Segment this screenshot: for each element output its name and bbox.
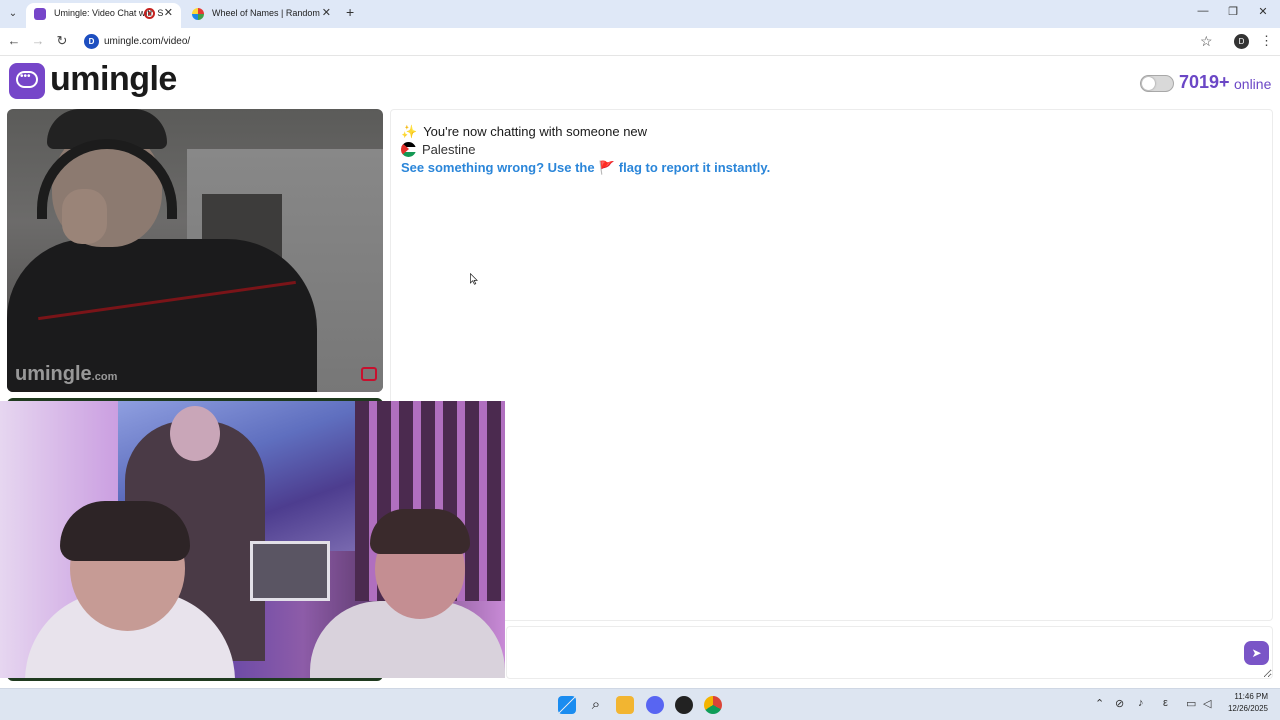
report-hint: See something wrong? Use the 🚩 flag to rep… — [401, 160, 770, 176]
browser-toolbar: ← → ↻ D umingle.com/video/ ☆ D ⋮ — [0, 28, 1280, 56]
clock-date: 12/26/2025 — [1227, 704, 1268, 713]
clock-time: 11:46 PM — [1234, 692, 1268, 701]
volume-icon[interactable]: ◁ — [1203, 697, 1211, 710]
remote-video: umingle.com — [7, 109, 383, 392]
profile-avatar[interactable]: D — [1234, 34, 1249, 49]
tab-wheel-of-names[interactable]: Wheel of Names | Random nam ✕ — [184, 3, 339, 28]
logo-chat-icon[interactable] — [9, 63, 45, 99]
close-tab-icon[interactable]: ✕ — [164, 3, 173, 24]
new-tab-icon[interactable]: + — [346, 4, 354, 20]
person-background-head — [170, 406, 220, 461]
palestine-flag-icon — [401, 142, 416, 157]
language-icon[interactable]: ε — [1163, 697, 1168, 709]
logo-text[interactable]: umingle — [50, 60, 177, 99]
menu-kebab-icon[interactable]: ⋮ — [1260, 33, 1273, 49]
person-right-hair — [370, 509, 470, 554]
display-icon[interactable]: ▭ — [1186, 697, 1196, 710]
background-monitor — [250, 541, 330, 601]
tab-title: Wheel of Names | Random nam — [212, 8, 322, 18]
minimize-icon[interactable]: — — [1193, 5, 1213, 17]
partner-country: Palestine — [401, 142, 475, 157]
report-flag-icon[interactable] — [361, 367, 377, 381]
wheel-favicon-icon — [192, 8, 204, 20]
windows-taskbar: ⌕ ⌃ ⊘ ♪ ε ▭ ◁ — [0, 688, 1280, 720]
watermark-suffix: .com — [91, 371, 118, 383]
close-tab-icon[interactable]: ✕ — [322, 3, 331, 24]
restore-icon[interactable]: ❐ — [1223, 5, 1243, 18]
windows-start-icon[interactable] — [558, 696, 576, 714]
report-hint-after: flag to report it instantly. — [618, 160, 771, 175]
recording-icon — [144, 8, 155, 19]
report-hint-before: See something wrong? Use the — [401, 160, 595, 175]
app-icon[interactable] — [675, 696, 693, 714]
chat-message-input[interactable] — [506, 626, 1273, 679]
chrome-icon[interactable] — [704, 696, 722, 714]
country-name: Palestine — [422, 142, 476, 157]
send-icon: ➤ — [1251, 646, 1262, 660]
back-icon[interactable]: ← — [5, 33, 23, 48]
toggle-knob — [1142, 77, 1155, 90]
site-info-icon[interactable]: D — [84, 34, 99, 49]
tab-umingle[interactable]: Umingle: Video Chat with S ✕ — [26, 3, 181, 28]
person-left-hair — [60, 501, 190, 561]
send-button[interactable]: ➤ — [1244, 641, 1269, 665]
video-watermark: umingle.com — [15, 363, 117, 386]
online-label: online — [1234, 76, 1272, 92]
browser-tabstrip: ⌄ Umingle: Video Chat with S ✕ Wheel of … — [0, 0, 1280, 28]
tray-network-off-icon[interactable]: ⊘ — [1115, 697, 1124, 710]
search-icon[interactable]: ⌕ — [587, 696, 605, 714]
reload-icon[interactable]: ↻ — [53, 33, 71, 49]
taskbar-clock[interactable]: 11:46 PM 12/26/2025 — [1222, 691, 1268, 715]
online-count: 7019+ — [1179, 72, 1230, 92]
tab-search-icon[interactable]: ⌄ — [4, 5, 22, 23]
headphones — [37, 139, 177, 219]
file-explorer-icon[interactable] — [616, 696, 634, 714]
close-window-icon[interactable]: ✕ — [1253, 5, 1273, 18]
toggle-switch[interactable] — [1140, 75, 1174, 92]
microphone-icon[interactable]: ♪ — [1138, 697, 1144, 709]
status-text: You're now chatting with someone new — [423, 124, 648, 139]
sparkle-icon: ✨ — [401, 124, 418, 139]
tray-chevron-icon[interactable]: ⌃ — [1095, 697, 1104, 710]
bookmark-star-icon[interactable]: ☆ — [1200, 33, 1213, 50]
forward-icon[interactable]: → — [29, 33, 47, 48]
status-message: ✨ You're now chatting with someone new — [401, 124, 647, 140]
watermark-text: umingle — [15, 363, 92, 385]
report-flag-icon: 🚩 — [598, 160, 615, 175]
remote-person-hand — [62, 189, 107, 244]
bubble-shape — [16, 71, 38, 88]
local-video — [0, 401, 505, 678]
chat-panel — [390, 109, 1273, 621]
discord-icon[interactable] — [646, 696, 664, 714]
mouse-cursor-icon — [470, 273, 478, 285]
umingle-favicon-icon — [34, 8, 46, 20]
address-bar[interactable]: umingle.com/video/ — [104, 36, 190, 47]
